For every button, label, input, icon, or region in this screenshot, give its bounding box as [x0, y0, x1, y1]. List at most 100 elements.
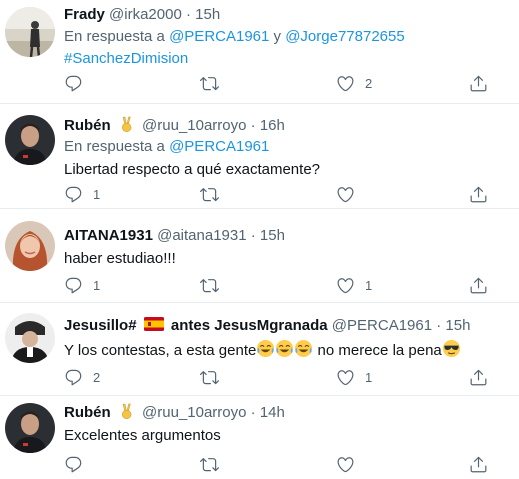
tweet-text-part2: no merece la pena: [317, 342, 442, 359]
share-icon: [469, 185, 488, 204]
reply-conjunction: y: [273, 28, 282, 45]
display-name[interactable]: Rubén: [64, 404, 111, 421]
reply-context: En respuesta a @PERCA1961: [64, 137, 511, 157]
retweet-icon: [200, 185, 219, 204]
timestamp[interactable]: 14h: [260, 404, 285, 421]
reply-icon: [64, 455, 83, 474]
like-button[interactable]: [336, 454, 365, 474]
retweet-icon: [200, 368, 219, 387]
reply-count: 1: [93, 186, 101, 202]
reply-button[interactable]: 1: [64, 184, 100, 204]
reply-icon: [64, 276, 83, 295]
reply-count: 2: [93, 369, 101, 385]
user-handle[interactable]: @PERCA1961: [332, 317, 432, 334]
reply-mention[interactable]: @PERCA1961: [169, 138, 269, 155]
timestamp[interactable]: 16h: [260, 117, 285, 134]
heart-icon: [336, 368, 355, 387]
avatar[interactable]: [5, 221, 55, 271]
like-button[interactable]: 2: [336, 73, 372, 93]
reply-button[interactable]: 2: [64, 367, 100, 387]
avatar[interactable]: [5, 115, 55, 165]
reply-mention[interactable]: @Jorge77872655: [285, 28, 405, 45]
avatar[interactable]: [5, 403, 55, 453]
separator-dot: ·: [250, 404, 256, 421]
retweet-button[interactable]: [200, 454, 229, 474]
retweet-button[interactable]: [200, 73, 229, 93]
user-handle[interactable]: @aitana1931: [157, 227, 246, 244]
spain-flag-icon: [144, 317, 164, 331]
reply-icon: [64, 185, 83, 204]
display-name[interactable]: Frady: [64, 6, 105, 23]
reply-icon: [64, 74, 83, 93]
share-button[interactable]: [469, 184, 488, 204]
tweet-text: Excelentes argumentos: [64, 427, 221, 444]
tweet-header: Frady @irka2000 · 15h: [64, 5, 511, 25]
avatar-image: [5, 313, 55, 363]
timestamp[interactable]: 15h: [445, 317, 470, 334]
separator-dot: ·: [185, 6, 191, 23]
avatar[interactable]: [5, 313, 55, 363]
like-button[interactable]: [336, 184, 365, 204]
tweet[interactable]: Jesusillo# antes JesusMgranada @PERCA196…: [0, 303, 519, 396]
share-icon: [469, 455, 488, 474]
reply-context: En respuesta a @PERCA1961 y @Jorge778726…: [64, 27, 511, 47]
tweet[interactable]: Rubén @ruu_10arroyo · 16h En respuesta a…: [0, 104, 519, 209]
tweet-header: Rubén @ruu_10arroyo · 16h: [64, 116, 511, 136]
tweet-actions: [64, 454, 504, 474]
tweet-text: haber estudiao!!!: [64, 250, 176, 267]
retweet-icon: [200, 74, 219, 93]
share-button[interactable]: [469, 454, 488, 474]
tweet-text: Libertad respecto a qué exactamente?: [64, 161, 321, 178]
timestamp[interactable]: 15h: [195, 6, 220, 23]
share-button[interactable]: [469, 73, 488, 93]
retweet-icon: [200, 276, 219, 295]
victory-hand-icon: [118, 403, 135, 420]
heart-icon: [336, 74, 355, 93]
tweet[interactable]: AITANA1931 @aitana1931 · 15h haber estud…: [0, 209, 519, 303]
like-button[interactable]: 1: [336, 275, 372, 295]
share-button[interactable]: [469, 367, 488, 387]
share-icon: [469, 276, 488, 295]
avatar[interactable]: [5, 7, 55, 57]
tweet-actions: 1 1: [64, 275, 504, 295]
retweet-button[interactable]: [200, 184, 229, 204]
reply-mention[interactable]: @PERCA1961: [169, 28, 269, 45]
display-name[interactable]: Rubén: [64, 117, 111, 134]
tweet-actions: 1: [64, 184, 504, 204]
separator-dot: ·: [436, 317, 442, 334]
reply-count: 1: [93, 277, 101, 293]
tears-of-joy-icon: [256, 339, 275, 358]
tweet-header: AITANA1931 @aitana1931 · 15h: [64, 226, 511, 246]
tweet[interactable]: Rubén @ruu_10arroyo · 14h Excelentes arg…: [0, 396, 519, 479]
reply-button[interactable]: 1: [64, 275, 100, 295]
retweet-button[interactable]: [200, 275, 229, 295]
retweet-icon: [200, 455, 219, 474]
display-name-part2[interactable]: antes JesusMgranada: [171, 317, 328, 334]
tweet-actions: 2 1: [64, 367, 504, 387]
like-count: 1: [365, 277, 373, 293]
hashtag-link[interactable]: #SanchezDimision: [64, 50, 188, 67]
reply-icon: [64, 368, 83, 387]
tears-of-joy-icon: [275, 339, 294, 358]
tweet-text: Y los contestas, a esta gente no merece …: [64, 339, 511, 361]
user-handle[interactable]: @ruu_10arroyo: [142, 117, 246, 134]
display-name[interactable]: AITANA1931: [64, 227, 153, 244]
share-icon: [469, 74, 488, 93]
share-button[interactable]: [469, 275, 488, 295]
like-count: 2: [365, 75, 373, 91]
retweet-button[interactable]: [200, 367, 229, 387]
reply-button[interactable]: [64, 73, 93, 93]
like-button[interactable]: 1: [336, 367, 372, 387]
tweet[interactable]: Frady @irka2000 · 15h En respuesta a @PE…: [0, 0, 519, 104]
display-name-part1[interactable]: Jesusillo#: [64, 317, 137, 334]
heart-icon: [336, 455, 355, 474]
reply-prefix: En respuesta a: [64, 28, 165, 45]
replies-feed: Frady @irka2000 · 15h En respuesta a @PE…: [0, 0, 519, 479]
user-handle[interactable]: @irka2000: [109, 6, 182, 23]
tears-of-joy-icon: [294, 339, 313, 358]
separator-dot: ·: [250, 117, 256, 134]
reply-button[interactable]: [64, 454, 93, 474]
tweet-text-part1: Y los contestas, a esta gente: [64, 342, 257, 359]
user-handle[interactable]: @ruu_10arroyo: [142, 404, 246, 421]
timestamp[interactable]: 15h: [260, 227, 285, 244]
